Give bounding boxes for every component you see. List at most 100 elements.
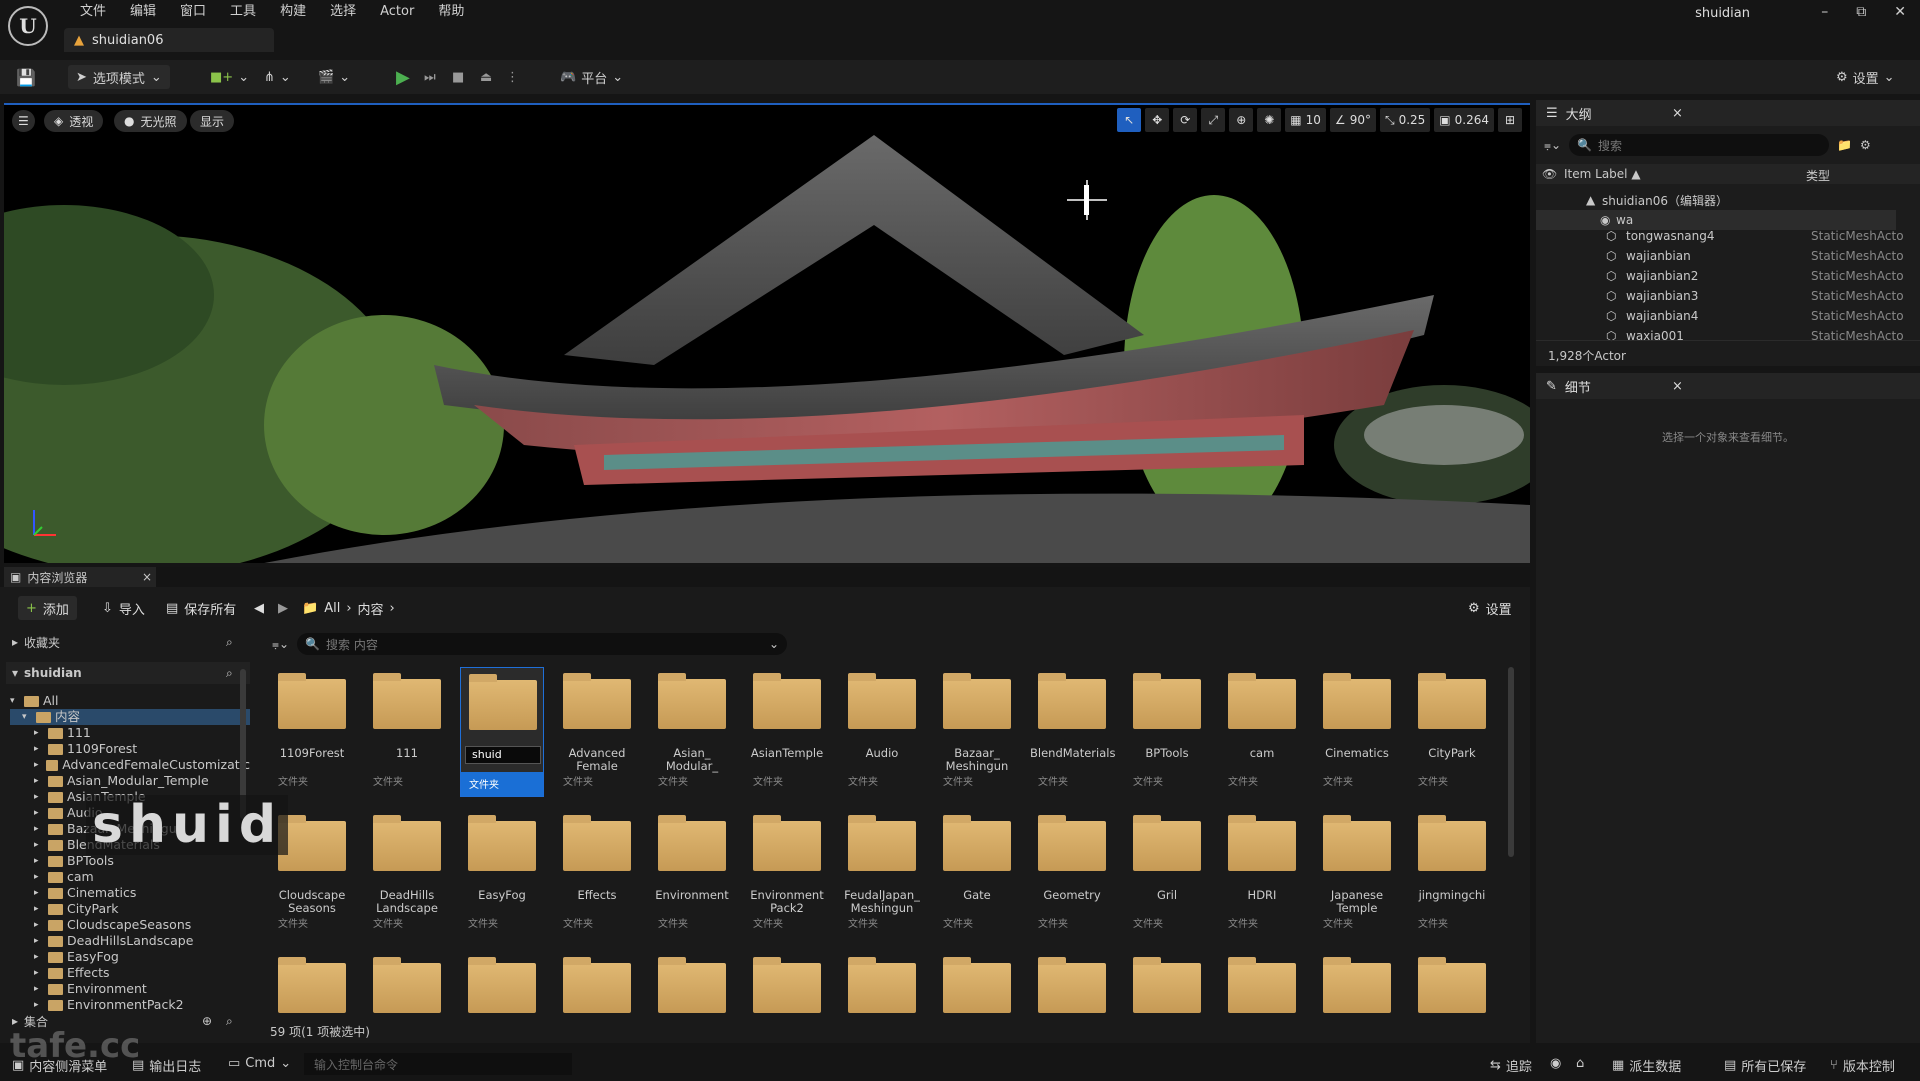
mode-select[interactable]: ➤ 选项模式 ⌄: [68, 65, 170, 89]
new-folder-icon[interactable]: 📁: [1837, 138, 1852, 152]
tree-item[interactable]: ▸ CityPark: [10, 901, 250, 917]
outliner-row[interactable]: ⬡ wajianbian2 StaticMeshActo: [1536, 266, 1904, 286]
asset-tile[interactable]: 1109Forest 文件夹: [270, 667, 354, 797]
crumb-content[interactable]: 内容: [358, 599, 384, 618]
col-type[interactable]: 类型: [1806, 167, 1830, 184]
tree-item[interactable]: ▾ All: [10, 693, 250, 709]
save-all-button[interactable]: ▤ 保存所有: [166, 595, 236, 621]
menu-item[interactable]: Actor: [368, 3, 426, 21]
details-tab[interactable]: ✎ 细节 ×: [1536, 373, 1920, 399]
outliner-tab[interactable]: ☰ 大纲 ×: [1536, 100, 1920, 126]
viewport-menu-button[interactable]: ☰: [12, 110, 35, 132]
tree-item[interactable]: ▸ Environment: [10, 981, 250, 997]
save-icon[interactable]: 💾: [16, 66, 36, 88]
content-browser-tab[interactable]: ▣ 内容浏览器 ×: [4, 567, 156, 587]
play-button[interactable]: ▶: [396, 66, 410, 88]
tree-item[interactable]: ▸ Cinematics: [10, 885, 250, 901]
asset-tile[interactable]: Advanced Female 文件夹: [555, 667, 639, 797]
filter-icon[interactable]: ⩦⌄: [272, 637, 289, 652]
asset-tile[interactable]: Japanese Temple 文件夹: [1315, 809, 1399, 939]
save-status-button[interactable]: ▤ 所有已保存: [1724, 1056, 1806, 1075]
level-viewport[interactable]: ☰ ◈ 透视 ● 无光照 显示 ↖ ✥ ⟳ ⤢ ⊕ ✺ ▦ 10 ∠ 90° ⤡ 0…: [4, 103, 1530, 563]
close-button[interactable]: ✕: [1894, 4, 1906, 20]
filter-icon[interactable]: ⩦⌄: [1544, 138, 1561, 153]
camera-icon[interactable]: ⌂: [1576, 1056, 1584, 1071]
record-icon[interactable]: ◉: [1550, 1056, 1561, 1071]
menu-item[interactable]: 帮助: [426, 3, 476, 21]
outliner-root-row[interactable]: ▲ shuidian06（编辑器）: [1536, 190, 1896, 210]
menu-item[interactable]: 选择: [318, 3, 368, 21]
lighting-button[interactable]: ● 无光照: [114, 110, 187, 132]
asset-tile[interactable]: FeudalJapan_ Meshingun 文件夹: [840, 809, 924, 939]
surface-snap-icon[interactable]: ✺: [1257, 108, 1282, 132]
asset-tile[interactable]: Audio 文件夹: [840, 667, 924, 797]
asset-tile[interactable]: Geometry 文件夹: [1030, 809, 1114, 939]
forward-button[interactable]: ▶: [278, 595, 288, 621]
level-tab[interactable]: ▲ shuidian06: [64, 28, 274, 52]
rotate-tool-icon[interactable]: ⟳: [1173, 108, 1198, 132]
angle-snap-button[interactable]: ∠ 90°: [1329, 108, 1376, 132]
trace-button[interactable]: ⇆ 追踪: [1490, 1056, 1532, 1075]
tree-item[interactable]: ▸ AdvancedFemaleCustomizatic: [10, 757, 250, 773]
asset-tile[interactable]: Environment 文件夹: [650, 809, 734, 939]
cmd-select[interactable]: ▭ Cmd ⌄: [228, 1056, 291, 1071]
unreal-logo-icon[interactable]: U: [8, 6, 48, 46]
restore-button[interactable]: ⧉: [1856, 4, 1866, 20]
add-button[interactable]: + 添加: [18, 595, 77, 621]
derived-data-button[interactable]: ▦ 派生数据: [1612, 1056, 1681, 1075]
tree-item[interactable]: ▸ BPTools: [10, 853, 250, 869]
show-button[interactable]: 显示: [190, 110, 235, 132]
asset-tile[interactable]: BPTools 文件夹: [1125, 667, 1209, 797]
close-icon[interactable]: ×: [142, 570, 152, 584]
tree-item[interactable]: ▸ Asian_Modular_Temple: [10, 773, 250, 789]
asset-tile-selected[interactable]: shuid 文件夹: [460, 667, 544, 797]
asset-tile[interactable]: BlendMaterials 文件夹: [1030, 667, 1115, 797]
close-icon[interactable]: ×: [1672, 379, 1683, 394]
search-icon[interactable]: ⌕: [226, 635, 233, 650]
advance-frame-button[interactable]: ⏭: [424, 66, 436, 88]
play-options-button[interactable]: ⋮: [506, 66, 519, 88]
gear-icon[interactable]: ⚙: [1860, 138, 1871, 152]
asset-tile[interactable]: DeadHills Landscape 文件夹: [365, 809, 449, 939]
asset-tile[interactable]: jingmingchi 文件夹: [1410, 809, 1494, 939]
tree-item[interactable]: ▸ EasyFog: [10, 949, 250, 965]
asset-tile[interactable]: Bazaar_ Meshingun 文件夹: [935, 667, 1019, 797]
blueprint-button[interactable]: ⋔ ⌄: [264, 66, 291, 88]
back-button[interactable]: ◀: [254, 595, 264, 621]
platform-button[interactable]: 🎮 平台 ⌄: [560, 66, 623, 88]
asset-tile[interactable]: Effects 文件夹: [555, 809, 639, 939]
perspective-button[interactable]: ◈ 透视: [44, 110, 104, 132]
search-icon[interactable]: ⌕: [226, 666, 233, 681]
favorites-header[interactable]: ▸ 收藏夹 ⌕: [6, 631, 250, 653]
tree-item[interactable]: ▸ Effects: [10, 965, 250, 981]
close-icon[interactable]: ×: [1672, 106, 1683, 121]
add-collection-icon[interactable]: ⊕: [202, 1014, 212, 1028]
import-button[interactable]: ⇩ 导入: [102, 595, 145, 621]
search-icon[interactable]: ⌕: [226, 1014, 233, 1029]
cinematics-button[interactable]: 🎬 ⌄: [318, 66, 350, 88]
settings-button[interactable]: ⚙ 设置 ⌄: [1836, 66, 1895, 88]
chevron-down-icon[interactable]: ⌄: [769, 637, 779, 651]
col-item-label[interactable]: Item Label ▲: [1564, 167, 1641, 181]
add-actor-button[interactable]: ■+ ⌄: [210, 66, 249, 88]
crumb-all[interactable]: All: [324, 601, 340, 616]
eye-icon[interactable]: 👁: [1542, 167, 1557, 181]
eject-button[interactable]: ⏏: [480, 66, 492, 88]
outliner-row[interactable]: ⬡ wajianbian3 StaticMeshActo: [1536, 286, 1904, 306]
menu-item[interactable]: 工具: [218, 3, 268, 21]
asset-tile[interactable]: AsianTemple 文件夹: [745, 667, 829, 797]
scale-snap-button[interactable]: ⤡ 0.25: [1379, 108, 1431, 132]
world-icon[interactable]: ⊕: [1229, 108, 1254, 132]
grid-snap-button[interactable]: ▦ 10: [1285, 108, 1326, 132]
rename-input[interactable]: shuid: [465, 746, 541, 764]
minimize-button[interactable]: –: [1821, 4, 1828, 20]
project-header[interactable]: ▾ shuidian ⌕: [6, 662, 250, 684]
outliner-search-field[interactable]: 🔍 搜索: [1569, 134, 1830, 156]
cb-settings-button[interactable]: ⚙ 设置: [1468, 595, 1512, 621]
camera-speed-button[interactable]: ▣ 0.264: [1434, 108, 1494, 132]
tree-item[interactable]: ▸ CloudscapeSeasons: [10, 917, 250, 933]
tree-item[interactable]: ▸ 111: [10, 725, 250, 741]
tree-item[interactable]: ▸ cam: [10, 869, 250, 885]
outliner-row[interactable]: ⬡ tongwasnang4 StaticMeshActo: [1536, 226, 1904, 246]
console-input[interactable]: 输入控制台命令: [304, 1053, 572, 1075]
